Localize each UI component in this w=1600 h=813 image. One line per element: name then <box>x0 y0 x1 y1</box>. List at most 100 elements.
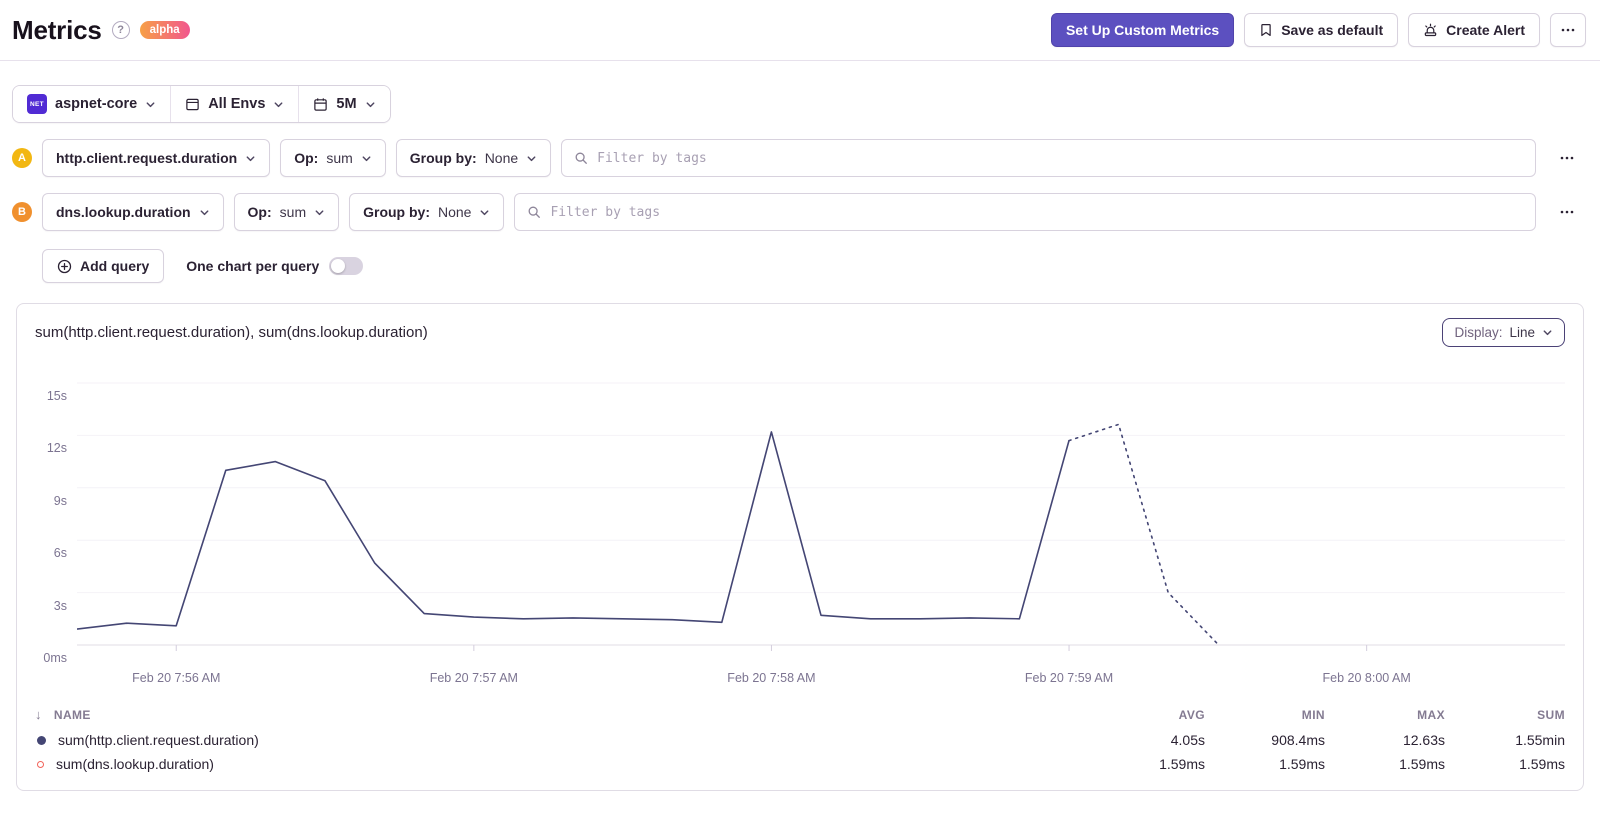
column-header-max[interactable]: MAX <box>1325 708 1445 722</box>
help-icon[interactable]: ? <box>111 21 130 39</box>
y-axis: 0ms 3s 6s 9s 12s 15s <box>25 365 77 697</box>
series-avg: 4.05s <box>1170 732 1205 748</box>
table-row[interactable]: sum(http.client.request.duration) 4.05s 90… <box>35 728 1565 752</box>
chevron-down-icon <box>315 209 324 215</box>
query-badge: A <box>12 148 32 168</box>
chevron-down-icon <box>481 209 489 215</box>
line-chart: 0ms 3s 6s 9s 12s 15s Feb 20 7:56 AM Feb 20 7:5… <box>17 351 1583 697</box>
header-overflow-button[interactable] <box>1550 13 1586 47</box>
display-label: Display: <box>1454 325 1503 340</box>
one-chart-per-query-toggle[interactable] <box>329 257 364 275</box>
series-sum: 1.59ms <box>1519 756 1565 772</box>
ellipsis-icon <box>1560 156 1574 160</box>
y-axis-label: 6s <box>53 546 67 561</box>
date-range-select[interactable]: 5M <box>299 86 390 122</box>
date-range-value: 5M <box>336 96 357 112</box>
op-select[interactable]: Op: sum <box>280 139 386 177</box>
query-row: Bdns.lookup.duration Op: sum Group by: None <box>0 193 1600 231</box>
y-axis-label: 0ms <box>43 651 67 665</box>
window-icon <box>185 97 200 112</box>
y-axis-label: 9s <box>53 493 67 508</box>
chevron-down-icon <box>362 155 371 161</box>
column-header-sum[interactable]: SUM <box>1445 708 1565 722</box>
chart-canvas <box>77 382 1565 651</box>
metric-select[interactable]: http.client.request.duration <box>42 139 271 177</box>
one-chart-per-query-label: One chart per query <box>186 258 320 274</box>
y-axis-label: 15s <box>46 389 67 403</box>
x-axis: Feb 20 7:56 AM Feb 20 7:57 AM Feb 20 7:58 … <box>77 671 1565 697</box>
environment-value: All Envs <box>208 96 266 112</box>
calendar-icon <box>313 97 328 112</box>
y-axis-label: 3s <box>53 598 67 613</box>
group-by-select[interactable]: Group by: None <box>349 193 505 231</box>
series-max: 1.59ms <box>1399 756 1445 772</box>
add-query-button[interactable]: Add query <box>42 249 165 283</box>
project-name: aspnet-core <box>55 96 138 112</box>
set-up-custom-metrics-button[interactable]: Set Up Custom Metrics <box>1050 13 1235 47</box>
search-icon <box>529 206 541 218</box>
chevron-down-icon <box>366 101 375 107</box>
one-chart-per-query-control: One chart per query <box>186 257 364 275</box>
x-axis-label: Feb 20 8:00 AM <box>1322 671 1411 685</box>
chevron-down-icon <box>527 155 536 161</box>
query-overflow-button[interactable] <box>1546 150 1588 166</box>
chevron-down-icon <box>146 101 155 107</box>
chart-plot-area[interactable]: Feb 20 7:56 AM Feb 20 7:57 AM Feb 20 7:58 … <box>77 365 1565 697</box>
display-value: Line <box>1509 325 1535 340</box>
chevron-down-icon <box>1543 330 1552 336</box>
create-alert-button[interactable]: Create Alert <box>1408 13 1540 47</box>
column-header-min[interactable]: MIN <box>1205 708 1325 722</box>
ellipsis-icon <box>1560 22 1576 38</box>
tag-filter-input[interactable] <box>597 140 1523 176</box>
page-filter-bar: NET aspnet-core All Envs 5M <box>12 85 391 123</box>
display-select[interactable]: Display: Line <box>1442 318 1565 347</box>
group-by-select[interactable]: Group by: None <box>395 139 552 177</box>
column-header-name[interactable]: NAME <box>54 708 91 722</box>
series-sum: 1.55min <box>1515 732 1565 748</box>
project-select[interactable]: NET aspnet-core <box>13 86 172 122</box>
x-axis-label: Feb 20 7:57 AM <box>429 671 518 685</box>
tag-filter <box>561 139 1536 177</box>
series-name: sum(http.client.request.duration) <box>58 732 259 748</box>
chevron-down-icon <box>200 209 208 215</box>
header-actions: Set Up Custom Metrics Save as default Cr… <box>1050 13 1586 47</box>
column-header-avg[interactable]: AVG <box>1085 708 1205 722</box>
top-bar: Metrics ? alpha Set Up Custom Metrics Sa… <box>0 0 1600 61</box>
y-axis-label: 12s <box>46 441 67 456</box>
query-toolbar: Add query One chart per query <box>0 231 1600 283</box>
query-row: Ahttp.client.request.duration Op: sum Group… <box>0 139 1600 177</box>
series-min: 908.4ms <box>1271 732 1325 748</box>
ellipsis-icon <box>1560 210 1574 214</box>
series-avg: 1.59ms <box>1159 756 1205 772</box>
title-group: Metrics ? alpha <box>12 15 190 46</box>
op-select[interactable]: Op: sum <box>233 193 340 231</box>
alpha-badge: alpha <box>139 21 190 39</box>
query-badge: B <box>12 202 32 222</box>
page-filters: NET aspnet-core All Envs 5M <box>0 61 1600 123</box>
search-icon <box>575 152 588 164</box>
siren-icon <box>1423 23 1438 38</box>
query-overflow-button[interactable] <box>1546 204 1588 220</box>
tag-filter <box>514 193 1536 231</box>
series-summary-table: ↓ NAME AVG MIN MAX SUM sum(http.client.request… <box>17 697 1583 790</box>
sort-arrow-icon[interactable]: ↓ <box>35 707 42 722</box>
table-row[interactable]: sum(dns.lookup.duration) 1.59ms 1.59ms 1.59… <box>35 752 1565 776</box>
plus-circle-icon <box>57 259 72 274</box>
query-builder: Ahttp.client.request.duration Op: sum Group… <box>0 139 1600 231</box>
x-axis-label: Feb 20 7:58 AM <box>727 671 816 685</box>
tag-filter-input[interactable] <box>550 194 1523 230</box>
chart-panel-header: sum(http.client.request.duration), sum(d… <box>17 304 1583 351</box>
chevron-down-icon <box>274 101 283 107</box>
series-min: 1.59ms <box>1279 756 1325 772</box>
series-name: sum(dns.lookup.duration) <box>56 756 214 772</box>
x-axis-label: Feb 20 7:59 AM <box>1024 671 1114 685</box>
series-marker-icon <box>37 760 44 768</box>
dotnet-platform-icon: NET <box>27 94 47 114</box>
chart-panel: sum(http.client.request.duration), sum(d… <box>16 303 1584 791</box>
table-header-row: ↓ NAME AVG MIN MAX SUM <box>35 701 1565 728</box>
create-alert-label: Create Alert <box>1446 22 1525 38</box>
save-as-default-button[interactable]: Save as default <box>1244 13 1399 47</box>
metric-select[interactable]: dns.lookup.duration <box>42 193 224 231</box>
x-axis-label: Feb 20 7:56 AM <box>132 671 221 685</box>
environment-select[interactable]: All Envs <box>171 86 300 122</box>
